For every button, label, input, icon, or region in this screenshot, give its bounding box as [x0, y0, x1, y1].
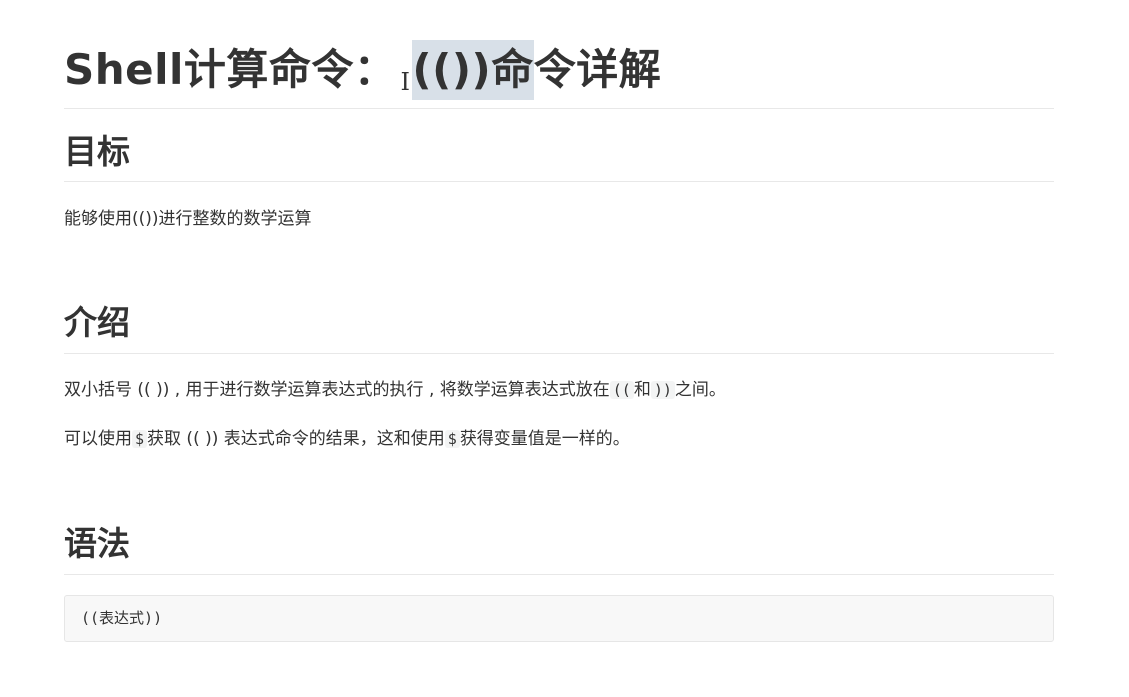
- intro-paragraph-2: 可以使用 $ 获取 (( )) 表达式命令的结果，这和使用 $ 获得变量值是一样的。: [64, 429, 630, 449]
- heading-syntax-divider: [64, 574, 1054, 575]
- page-title[interactable]: Shell计算命令： I(())命令详解: [64, 40, 661, 100]
- title-selected-text[interactable]: (())命: [412, 40, 534, 100]
- inline-code-dollar-1: $: [132, 430, 148, 448]
- heading-intro-divider: [64, 353, 1054, 354]
- inline-code-close: )): [650, 381, 675, 399]
- title-divider: [64, 108, 1054, 109]
- inline-code-dollar-2: $: [444, 430, 460, 448]
- document-page: Shell计算命令： I(())命令详解 目标 能够使用(())进行整数的数学运算…: [0, 0, 1129, 697]
- inline-code-open: ((: [609, 381, 634, 399]
- heading-goal-divider: [64, 181, 1054, 182]
- text-cursor-icon: I: [400, 68, 411, 96]
- intro-paragraph-1: 双小括号 (( )) , 用于进行数学运算表达式的执行 , 将数学运算表达式放在…: [64, 380, 726, 400]
- heading-goal: 目标: [64, 132, 130, 171]
- syntax-code-block[interactable]: ((表达式)): [64, 595, 1054, 642]
- title-prefix: Shell计算命令：: [64, 45, 397, 94]
- heading-syntax: 语法: [64, 524, 130, 563]
- title-suffix: 令详解: [533, 45, 662, 94]
- heading-intro: 介绍: [64, 303, 130, 342]
- goal-paragraph: 能够使用(())进行整数的数学运算: [64, 209, 312, 229]
